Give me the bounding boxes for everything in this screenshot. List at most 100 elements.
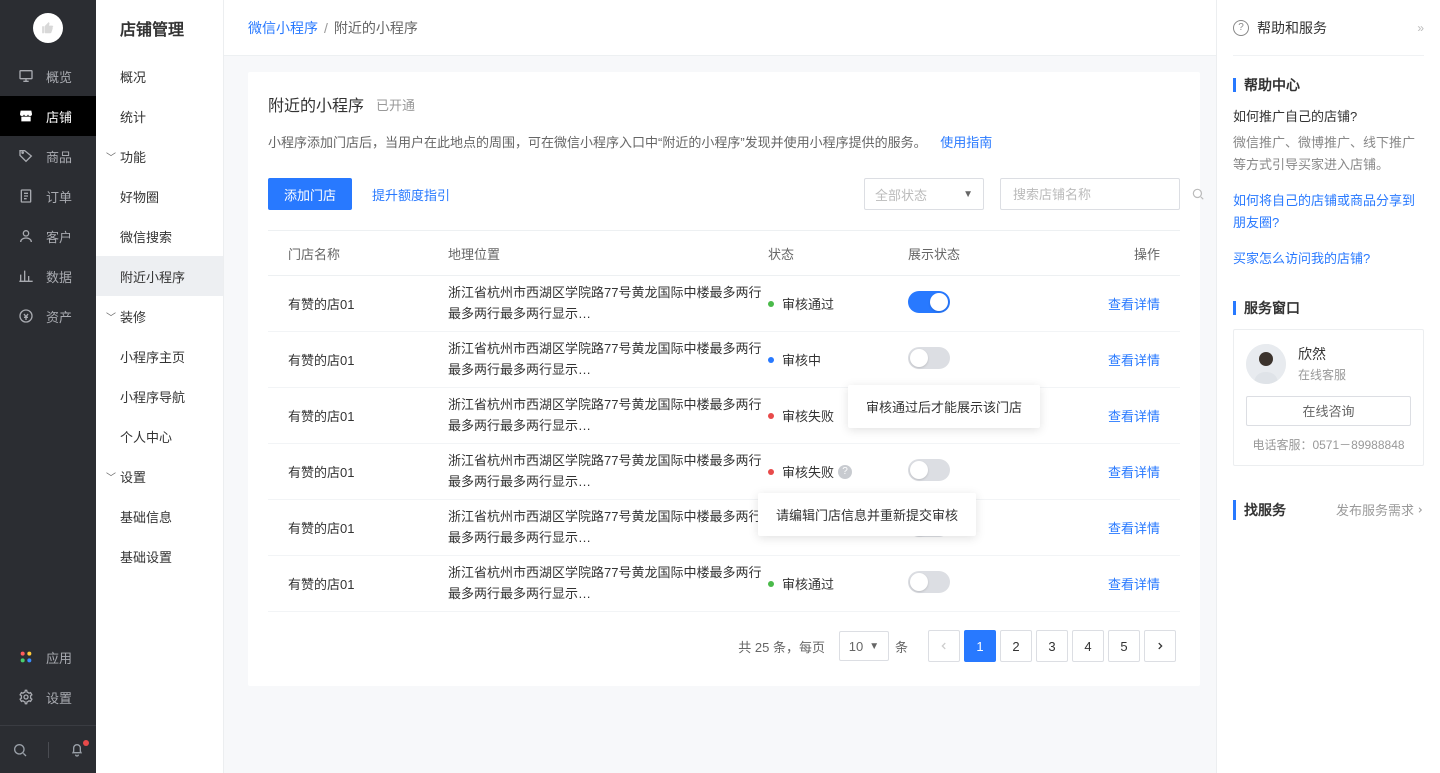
gear-icon: [18, 689, 34, 705]
thumbs-up-icon: [41, 21, 55, 35]
breadcrumb-current: 附近的小程序: [334, 18, 418, 38]
pager-page[interactable]: 1: [964, 630, 996, 662]
sidebar-item-personal[interactable]: 个人中心: [96, 416, 223, 456]
display-switch[interactable]: [908, 347, 950, 369]
publish-demand-label: 发布服务需求: [1336, 500, 1414, 519]
pager-page[interactable]: 2: [1000, 630, 1032, 662]
pager-info: 共 25 条，每页: [738, 637, 825, 656]
status-dot: [768, 357, 774, 363]
cell-addr: 浙江省杭州市西湖区学院路77号黄龙国际中楼最多两行最多两行最多两行显示…: [448, 507, 768, 549]
rail-item-label: 商品: [46, 147, 72, 166]
publish-demand-link[interactable]: 发布服务需求: [1336, 500, 1424, 519]
expand-icon[interactable]: »: [1417, 21, 1424, 35]
display-switch[interactable]: [908, 291, 950, 313]
view-detail-link[interactable]: 查看详情: [1108, 297, 1160, 312]
consult-button[interactable]: 在线咨询: [1246, 396, 1411, 426]
user-icon: [18, 228, 34, 244]
help-q1-title: 如何推广自己的店铺?: [1233, 106, 1424, 128]
view-detail-link[interactable]: 查看详情: [1108, 353, 1160, 368]
cell-name: 有赞的店01: [268, 462, 448, 481]
breadcrumb-root[interactable]: 微信小程序: [248, 18, 318, 38]
toggle-tooltip: 审核通过后才能展示该门店: [848, 385, 1040, 428]
display-switch[interactable]: [908, 459, 950, 481]
help-header: ? 帮助和服务 »: [1233, 0, 1424, 56]
search-box: [1000, 178, 1180, 210]
rail-item-customers[interactable]: 客户: [0, 216, 96, 256]
sidebar-item-overview[interactable]: 概况: [96, 56, 223, 96]
sidebar-item-wxsearch[interactable]: 微信搜索: [96, 216, 223, 256]
cell-action: 查看详情: [1098, 406, 1180, 425]
breadcrumb-sep: /: [324, 20, 328, 36]
chevron-right-icon: [1155, 641, 1165, 651]
pagination: 共 25 条，每页 10 ▼ 条 12345: [268, 630, 1180, 662]
help-link-1[interactable]: 如何将自己的店铺或商品分享到朋友圈?: [1233, 190, 1424, 234]
col-addr: 地理位置: [448, 244, 768, 263]
pager-prefix: 共: [738, 640, 755, 655]
quota-link[interactable]: 提升额度指引: [372, 185, 450, 204]
rail-item-shop[interactable]: 店铺: [0, 96, 96, 136]
rail-item-assets[interactable]: 资产: [0, 296, 96, 336]
table-row: 有赞的店01浙江省杭州市西湖区学院路77号黄龙国际中楼最多两行最多两行最多两行显…: [268, 388, 1180, 444]
pager-mid: 条，每页: [769, 640, 825, 655]
chevron-down-icon: ﹀: [106, 149, 120, 164]
sidebar-item-basicinfo[interactable]: 基础信息: [96, 496, 223, 536]
rail-item-apps[interactable]: 应用: [0, 637, 96, 677]
cell-name: 有赞的店01: [268, 518, 448, 537]
notification-dot: [83, 740, 89, 746]
sidebar-group-settings[interactable]: ﹀ 设置: [96, 456, 223, 496]
search-input[interactable]: [1011, 186, 1191, 203]
view-detail-link[interactable]: 查看详情: [1108, 465, 1160, 480]
status-text: 审核失败: [782, 462, 834, 481]
cell-action: 查看详情: [1098, 462, 1180, 481]
chevron-right-icon: [1416, 506, 1424, 514]
phone-label: 电话客服：: [1252, 438, 1312, 452]
agent-card: 欣然 在线客服 在线咨询 电话客服：0571－89988848: [1233, 329, 1424, 466]
cell-name: 有赞的店01: [268, 294, 448, 313]
sidebar-item-mphome[interactable]: 小程序主页: [96, 336, 223, 376]
sidebar-item-mpnav[interactable]: 小程序导航: [96, 376, 223, 416]
sidebar-item-stats[interactable]: 统计: [96, 96, 223, 136]
view-detail-link[interactable]: 查看详情: [1108, 521, 1160, 536]
help-hint-icon[interactable]: ?: [838, 465, 852, 479]
pager-prev[interactable]: [928, 630, 960, 662]
rail-item-settings[interactable]: 设置: [0, 677, 96, 717]
help-link-2[interactable]: 买家怎么访问我的店铺?: [1233, 248, 1424, 270]
sidebar-group-label: 功能: [120, 147, 146, 166]
search-icon[interactable]: [1191, 187, 1205, 201]
rail-item-goods[interactable]: 商品: [0, 136, 96, 176]
shop-icon: [18, 108, 34, 124]
sidebar-group-decor[interactable]: ﹀ 装修: [96, 296, 223, 336]
page-desc: 小程序添加门店后，当用户在此地点的周围，可在微信小程序入口中“附近的小程序”发现…: [268, 135, 927, 150]
help-center-title: 帮助中心: [1233, 78, 1424, 92]
avatar[interactable]: [33, 13, 63, 43]
pager-page[interactable]: 3: [1036, 630, 1068, 662]
rail-item-data[interactable]: 数据: [0, 256, 96, 296]
sidebar-item-nearby[interactable]: 附近小程序: [96, 256, 223, 296]
cell-action: 查看详情: [1098, 350, 1180, 369]
guide-link[interactable]: 使用指南: [940, 135, 992, 150]
rail-item-label: 概览: [46, 67, 72, 86]
pager-page[interactable]: 5: [1108, 630, 1140, 662]
view-detail-link[interactable]: 查看详情: [1108, 409, 1160, 424]
status-filter-select[interactable]: 全部状态 ▼: [864, 178, 984, 210]
rail-item-orders[interactable]: 订单: [0, 176, 96, 216]
status-text: 审核失败: [782, 406, 834, 425]
search-icon[interactable]: [12, 742, 28, 758]
content-card: 附近的小程序 已开通 小程序添加门店后，当用户在此地点的周围，可在微信小程序入口…: [248, 72, 1200, 686]
view-detail-link[interactable]: 查看详情: [1108, 577, 1160, 592]
rail-item-overview[interactable]: 概览: [0, 56, 96, 96]
monitor-icon: [18, 68, 34, 84]
page-size-select[interactable]: 10 ▼: [839, 631, 889, 661]
caret-down-icon: ▼: [963, 189, 973, 200]
nav-rail: 概览 店铺 商品 订单 客户 数据 资产: [0, 0, 96, 773]
tag-icon: [18, 148, 34, 164]
sidebar-item-basicsettings[interactable]: 基础设置: [96, 536, 223, 576]
rail-bottom: [0, 725, 96, 773]
pager-next[interactable]: [1144, 630, 1176, 662]
sidebar-group-function[interactable]: ﹀ 功能: [96, 136, 223, 176]
display-switch[interactable]: [908, 571, 950, 593]
sidebar-item-hwq[interactable]: 好物圈: [96, 176, 223, 216]
pager-page[interactable]: 4: [1072, 630, 1104, 662]
add-store-button[interactable]: 添加门店: [268, 178, 352, 210]
bell-icon[interactable]: [69, 742, 85, 758]
